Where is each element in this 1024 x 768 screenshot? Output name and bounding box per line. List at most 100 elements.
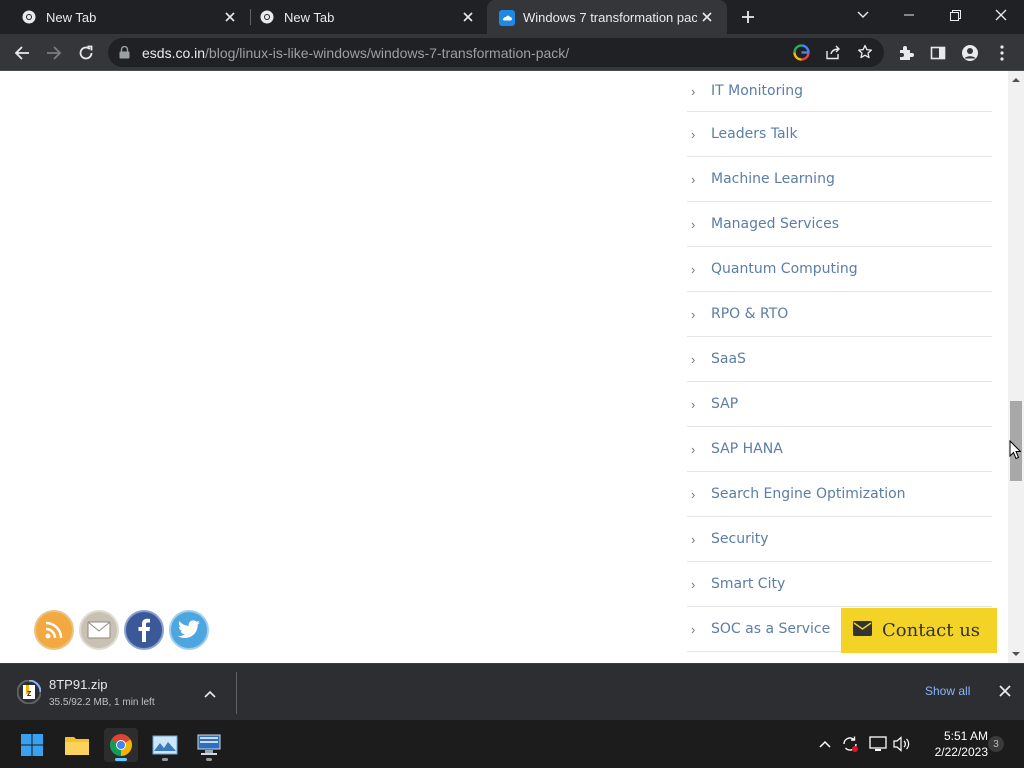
category-item[interactable]: › RPO & RTO [687, 292, 992, 337]
network-icon [869, 736, 887, 751]
category-label[interactable]: Smart City [711, 576, 785, 592]
avatar-icon [962, 45, 978, 61]
category-label[interactable]: SOC as a Service [711, 621, 830, 637]
chevron-right-icon: › [691, 531, 696, 547]
category-label[interactable]: SaaS [711, 351, 746, 367]
category-label[interactable]: SAP [711, 396, 738, 412]
notification-badge[interactable]: 3 [988, 736, 1004, 752]
taskbar-photos-app[interactable] [148, 728, 182, 762]
category-item[interactable]: › SaaS [687, 337, 992, 382]
network-tray-icon[interactable] [868, 734, 888, 754]
download-separator [236, 672, 237, 714]
close-download-shelf-button[interactable] [999, 684, 1011, 702]
envelope-icon [853, 620, 872, 641]
download-filename[interactable]: 8TP91.zip [49, 677, 108, 692]
taskbar-computer-app[interactable] [192, 728, 226, 762]
category-item[interactable]: › Security [687, 517, 992, 562]
tab-search-button[interactable] [840, 0, 886, 30]
category-label[interactable]: Managed Services [711, 216, 839, 232]
close-tab-icon[interactable] [458, 7, 478, 27]
category-label[interactable]: Search Engine Optimization [711, 486, 906, 502]
bookmark-star-icon[interactable] [857, 44, 873, 65]
category-item[interactable]: › Machine Learning [687, 157, 992, 202]
category-label[interactable]: Leaders Talk [711, 126, 798, 142]
close-icon [999, 685, 1011, 697]
close-icon [995, 9, 1007, 21]
rss-icon [45, 621, 63, 639]
category-label[interactable]: Quantum Computing [711, 261, 858, 277]
reload-button[interactable] [73, 40, 99, 66]
category-label[interactable]: IT Monitoring [711, 83, 803, 99]
running-indicator [206, 758, 212, 761]
chevron-right-icon: › [691, 621, 696, 637]
puzzle-icon [900, 46, 914, 60]
category-item[interactable]: › Managed Services [687, 202, 992, 247]
taskbar-file-explorer[interactable] [60, 728, 94, 762]
clock-date: 2/22/2023 [934, 745, 988, 759]
category-item[interactable]: › Leaders Talk [687, 112, 992, 157]
tab-title: Windows 7 transformation pack | [523, 9, 697, 25]
show-all-link[interactable]: Show all [925, 684, 970, 698]
taskbar-chrome[interactable] [104, 728, 138, 762]
tab-new-tab-1[interactable]: New Tab [0, 0, 250, 34]
download-options-button[interactable] [204, 685, 216, 703]
system-clock[interactable]: 5:51 AM 2/22/2023 [918, 728, 988, 760]
category-item[interactable]: › Smart City [687, 562, 992, 607]
twitter-button[interactable] [169, 610, 209, 650]
tab-title: New Tab [284, 9, 335, 25]
tab-title: New Tab [46, 9, 97, 25]
category-item[interactable]: › SAP HANA [687, 427, 992, 472]
volume-tray-icon[interactable] [892, 734, 912, 754]
chevron-down-icon [857, 11, 869, 18]
more-vert-icon [1000, 45, 1004, 61]
category-label[interactable]: SAP HANA [711, 441, 783, 457]
category-item[interactable]: › SAP [687, 382, 992, 427]
minimize-button[interactable] [886, 0, 932, 30]
tab-windows7-transformation[interactable]: Windows 7 transformation pack | [487, 0, 727, 34]
show-hidden-icons-button[interactable] [815, 734, 835, 754]
side-panel-button[interactable] [925, 40, 951, 66]
google-icon[interactable] [793, 44, 810, 66]
vertical-scrollbar[interactable] [1008, 71, 1024, 663]
category-item[interactable]: › IT Monitoring [687, 71, 992, 112]
category-label[interactable]: RPO & RTO [711, 306, 788, 322]
forward-button[interactable] [41, 40, 67, 66]
plus-icon [742, 11, 754, 23]
chrome-menu-button[interactable] [989, 40, 1015, 66]
browser-toolbar: esds.co.in/blog/linux-is-like-windows/wi… [0, 34, 1024, 71]
svg-text:Z: Z [27, 691, 32, 698]
twitter-icon [178, 620, 200, 639]
category-item[interactable]: › Quantum Computing [687, 247, 992, 292]
rss-button[interactable] [34, 610, 74, 650]
close-tab-icon[interactable] [697, 7, 717, 27]
restore-button[interactable] [932, 0, 978, 30]
category-label[interactable]: Security [711, 531, 769, 547]
tab-new-tab-2[interactable]: New Tab [238, 0, 488, 34]
chevron-right-icon: › [691, 171, 696, 187]
new-tab-button[interactable] [737, 6, 759, 28]
chrome-icon [22, 10, 36, 24]
lock-icon[interactable] [119, 45, 130, 64]
close-tab-icon[interactable] [220, 7, 240, 27]
chrome-icon [260, 10, 274, 24]
contact-us-label: Contact us [882, 620, 981, 641]
share-icon[interactable] [825, 45, 841, 65]
facebook-button[interactable] [124, 610, 164, 650]
contact-us-button[interactable]: Contact us [841, 608, 997, 653]
sync-tray-icon[interactable] [840, 734, 860, 754]
address-bar[interactable]: esds.co.in/blog/linux-is-like-windows/wi… [108, 38, 884, 67]
category-item[interactable]: › Search Engine Optimization [687, 472, 992, 517]
chevron-right-icon: › [691, 396, 696, 412]
scroll-down-arrow-icon [1012, 652, 1020, 656]
back-button[interactable] [9, 40, 35, 66]
extensions-button[interactable] [893, 40, 919, 66]
download-item[interactable]: Z [16, 679, 42, 709]
arrow-right-icon [47, 46, 62, 60]
email-button[interactable] [79, 610, 119, 650]
profile-button[interactable] [957, 40, 983, 66]
clock-time: 5:51 AM [943, 729, 988, 743]
url-host: esds.co.in [142, 45, 206, 61]
close-window-button[interactable] [978, 0, 1024, 30]
category-label[interactable]: Machine Learning [711, 171, 835, 187]
start-button[interactable] [15, 728, 49, 762]
